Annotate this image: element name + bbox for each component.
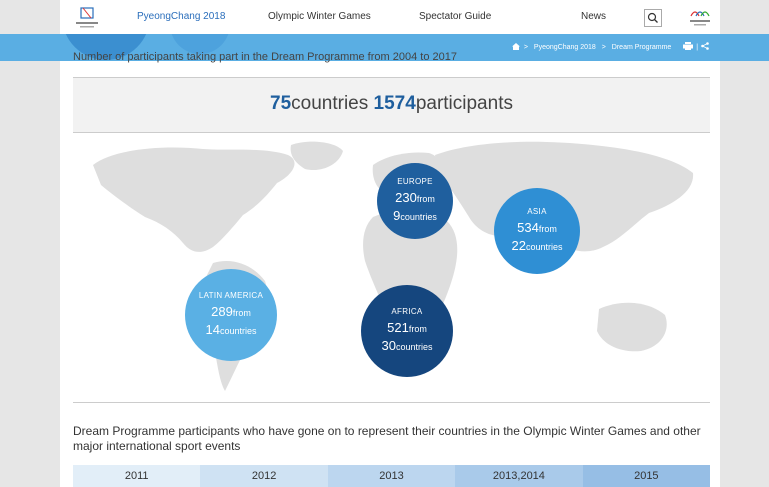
region-bubble-europe: EUROPE 230from 9countries — [377, 163, 453, 239]
page: PyeongChang 2018 Olympic Winter Games Sp… — [0, 0, 769, 487]
region-participants: 534 — [517, 220, 539, 235]
section-heading: Number of participants taking part in th… — [73, 51, 457, 63]
paralympic-logo[interactable] — [685, 4, 715, 32]
tab-2012[interactable]: 2012 — [200, 465, 328, 487]
region-from-label: from — [538, 224, 557, 234]
region-participants: 289 — [211, 304, 233, 319]
nav-link-news[interactable]: News — [581, 11, 606, 22]
main-content: Number of participants taking part in th… — [60, 51, 720, 487]
tab-2013[interactable]: 2013 — [327, 465, 456, 487]
continent-australia — [597, 302, 667, 352]
print-icon[interactable] — [683, 42, 694, 50]
tab-2011[interactable]: 2011 — [73, 465, 201, 487]
search-icon — [647, 12, 658, 23]
breadcrumb-item-dream-programme[interactable]: Dream Programme — [612, 44, 672, 51]
continent-greenland — [290, 141, 343, 171]
participants-count: 1574 — [373, 93, 416, 114]
toolbar-divider: | — [696, 44, 699, 51]
nav-link-spectator-guide[interactable]: Spectator Guide — [419, 11, 491, 22]
region-participants: 521 — [387, 320, 409, 335]
pyeongchang-logo[interactable] — [72, 5, 102, 31]
region-name: ASIA — [527, 207, 547, 216]
top-navigation: PyeongChang 2018 Olympic Winter Games Sp… — [60, 0, 720, 34]
section-divider — [73, 402, 710, 403]
region-bubble-africa: AFRICA 521from 30countries — [361, 285, 453, 377]
year-tabs: 2011 2012 2013 2013,2014 2015 — [73, 465, 711, 487]
region-from-label: from — [408, 324, 427, 334]
region-name: AFRICA — [391, 307, 423, 316]
world-map: EUROPE 230from 9countries ASIA 534from 2… — [73, 135, 710, 403]
breadcrumb-separator: > — [601, 44, 606, 51]
stats-summary: 75countries 1574participants — [73, 77, 710, 133]
region-participants: 230 — [395, 190, 417, 205]
participants-label: participants — [415, 93, 513, 114]
tab-2013-2014[interactable]: 2013,2014 — [455, 465, 583, 487]
share-icon[interactable] — [701, 42, 709, 50]
tab-2015[interactable]: 2015 — [582, 465, 711, 487]
region-countries-label: countries — [400, 212, 437, 222]
region-countries-label: countries — [395, 342, 433, 352]
nav-link-olympic-winter-games[interactable]: Olympic Winter Games — [268, 11, 371, 22]
home-icon[interactable] — [511, 43, 520, 50]
region-from-label: from — [416, 194, 435, 204]
region-countries-label: countries — [219, 326, 257, 336]
region-bubble-asia: ASIA 534from 22countries — [494, 188, 580, 274]
breadcrumb-separator: > — [523, 44, 528, 51]
region-countries: 30 — [381, 338, 396, 353]
region-bubble-latin-america: LATIN AMERICA 289from 14countries — [185, 269, 277, 361]
region-from-label: from — [232, 308, 251, 318]
breadcrumb: > PyeongChang 2018 > Dream Programme | — [511, 42, 709, 51]
continent-north-america — [93, 147, 295, 252]
breadcrumb-item-pyeongchang-2018[interactable]: PyeongChang 2018 — [534, 44, 596, 51]
region-countries: 14 — [205, 322, 220, 337]
section-title: Dream Programme participants who have go… — [73, 424, 701, 453]
nav-link-pyeongchang-2018[interactable]: PyeongChang 2018 — [137, 11, 225, 22]
region-name: EUROPE — [397, 177, 433, 186]
region-name: LATIN AMERICA — [198, 291, 264, 300]
region-countries-label: countries — [525, 242, 563, 252]
search-button[interactable] — [644, 9, 662, 27]
countries-label: countries — [291, 93, 369, 114]
countries-count: 75 — [270, 93, 292, 114]
region-countries: 22 — [511, 238, 526, 253]
